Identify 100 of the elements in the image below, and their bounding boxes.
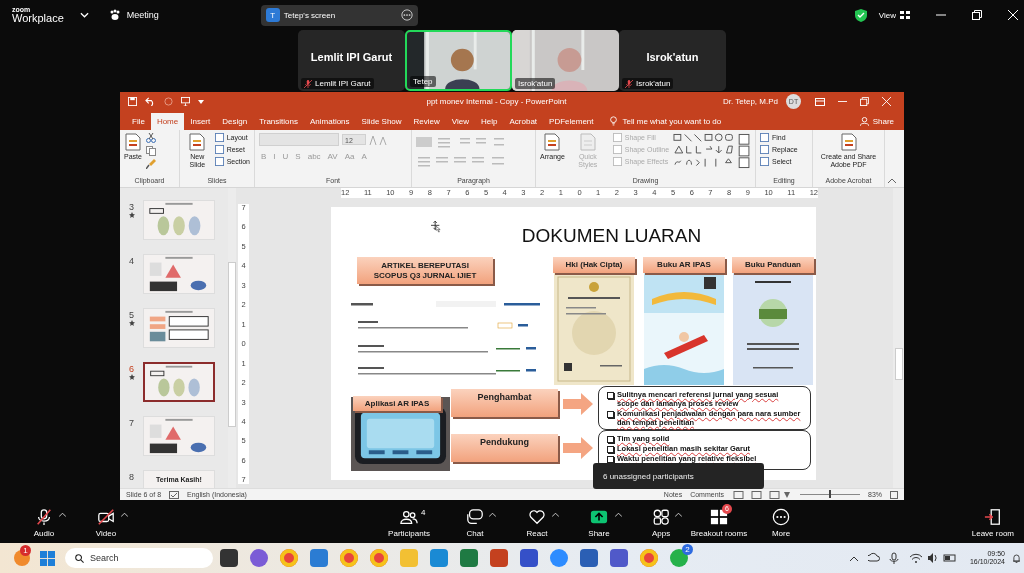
participant-label: Isrok'atun bbox=[622, 78, 674, 89]
tell-me-field[interactable]: Tell me what you want to do bbox=[622, 113, 722, 130]
app-icon[interactable] bbox=[460, 549, 478, 567]
share-button[interactable]: Share bbox=[859, 113, 894, 130]
more-icon[interactable] bbox=[400, 9, 413, 21]
toolbar-button[interactable]: Share bbox=[588, 508, 622, 538]
section-label: Aplikasi AR IPAS bbox=[353, 396, 441, 411]
presenter-icon[interactable] bbox=[181, 97, 190, 106]
ribbon-tab[interactable]: Transitions bbox=[253, 113, 304, 130]
slide-title: DOKUMEN LUARAN bbox=[520, 225, 703, 247]
user-name: Dr. Tetep, M.Pd bbox=[723, 97, 778, 106]
ribbon-tab[interactable]: Slide Show bbox=[355, 113, 408, 130]
toolbar-button[interactable]: More bbox=[771, 508, 791, 538]
caret-up-icon[interactable] bbox=[59, 512, 67, 517]
app-icon[interactable] bbox=[490, 549, 508, 567]
leave-button[interactable]: Leave room bbox=[971, 508, 1014, 538]
star-icon bbox=[128, 374, 135, 380]
ribbon-tab[interactable]: Insert bbox=[184, 113, 217, 130]
caret-down-icon[interactable] bbox=[198, 99, 204, 104]
tray-icons[interactable] bbox=[867, 552, 958, 564]
ribbon-tab[interactable]: File bbox=[126, 113, 151, 130]
app-icon[interactable] bbox=[640, 549, 658, 567]
scrollbar[interactable] bbox=[893, 188, 904, 488]
copy-icon[interactable] bbox=[145, 146, 156, 156]
app-icon[interactable] bbox=[280, 549, 298, 567]
close-icon[interactable] bbox=[1008, 10, 1018, 20]
slide-number: 8 bbox=[129, 472, 134, 482]
bullet-icon bbox=[607, 411, 614, 418]
muted-mic-icon bbox=[625, 79, 633, 88]
section-label: Buku AR IPAS bbox=[643, 257, 725, 273]
ribbon-tab[interactable]: View bbox=[445, 113, 476, 130]
chat-icon bbox=[466, 508, 484, 526]
bell-icon[interactable] bbox=[1013, 553, 1020, 563]
app-icon[interactable] bbox=[220, 549, 238, 567]
app-icon[interactable] bbox=[670, 549, 688, 567]
app-icon[interactable] bbox=[580, 549, 598, 567]
toolbar-button[interactable]: Apps bbox=[651, 508, 683, 538]
caret-up-icon[interactable] bbox=[489, 512, 496, 517]
shapes-gallery-icon[interactable] bbox=[673, 133, 751, 169]
ribbon-tab[interactable]: Help bbox=[475, 113, 504, 130]
tooltip: 6 unassigned participants bbox=[593, 463, 764, 489]
participant-name: Lemlit IPI Garut bbox=[310, 50, 393, 63]
shield-icon[interactable] bbox=[854, 8, 867, 22]
video-tile[interactable]: Lemlit IPI Garut Lemlit IPI Garut bbox=[298, 30, 405, 91]
toolbar-button[interactable]: Chat bbox=[466, 508, 496, 538]
start-icon[interactable] bbox=[40, 550, 55, 566]
chevron-up-icon[interactable] bbox=[849, 555, 858, 561]
ribbon-tab[interactable]: Design bbox=[216, 113, 254, 130]
app-icon[interactable] bbox=[340, 549, 358, 567]
ribbon-tab[interactable]: Acrobat bbox=[503, 113, 544, 130]
scissors-icon[interactable] bbox=[145, 133, 156, 143]
app-icon[interactable] bbox=[610, 549, 628, 567]
participant-name: Isrok'atun bbox=[646, 50, 699, 63]
ribbon-tab[interactable]: PDFelement bbox=[543, 113, 600, 130]
toolbar-button[interactable]: 4 Participants bbox=[388, 508, 430, 538]
mic-icon bbox=[35, 508, 53, 526]
view-button[interactable]: View bbox=[878, 10, 910, 20]
notification-badge: 1 bbox=[20, 545, 31, 556]
ribbon-tab[interactable]: Home bbox=[150, 113, 185, 130]
save-icon[interactable] bbox=[128, 97, 137, 106]
participant-label: Isrok'atun bbox=[515, 78, 556, 89]
app-icon[interactable] bbox=[550, 549, 568, 567]
video-tile[interactable]: Isrok'atun Isrok'atun bbox=[619, 30, 726, 91]
toolbar-button[interactable]: Audio bbox=[33, 508, 67, 538]
app-icon[interactable] bbox=[370, 549, 388, 567]
slide-number: 3 bbox=[129, 202, 134, 212]
caret-up-icon[interactable] bbox=[675, 512, 683, 517]
ribbon-tab[interactable]: Animations bbox=[304, 113, 356, 130]
search-field[interactable]: Search bbox=[65, 548, 213, 568]
view-modes-icon[interactable] bbox=[732, 490, 792, 499]
paintbrush-icon[interactable] bbox=[145, 159, 156, 169]
video-camera-icon bbox=[97, 508, 115, 526]
chevron-down-icon[interactable] bbox=[79, 12, 89, 18]
ribbon-display-icon[interactable] bbox=[815, 97, 825, 106]
toolbar-button[interactable]: React bbox=[526, 508, 560, 538]
video-tile[interactable]: Isrok'atun bbox=[512, 30, 619, 91]
restore-icon[interactable] bbox=[972, 10, 982, 20]
paw-icon bbox=[108, 9, 121, 21]
screen-share-pill[interactable]: T Tetep's screen bbox=[260, 4, 418, 26]
undo-icon[interactable] bbox=[145, 97, 156, 106]
participant-count: 4 bbox=[421, 508, 426, 517]
people-icon bbox=[400, 508, 418, 526]
collapse-ribbon-icon[interactable] bbox=[888, 178, 896, 183]
fit-slide-icon[interactable] bbox=[890, 490, 898, 499]
grid-icon bbox=[710, 508, 728, 526]
video-tile[interactable]: Tetep bbox=[405, 30, 512, 91]
slide-thumbnail[interactable] bbox=[143, 362, 215, 402]
app-icon[interactable] bbox=[250, 549, 268, 567]
meeting-button[interactable]: Meeting bbox=[108, 9, 159, 21]
ribbon-tab[interactable]: Review bbox=[407, 113, 446, 130]
move-cursor-icon bbox=[431, 221, 441, 233]
section-label: Buku Panduan bbox=[732, 257, 814, 273]
caret-up-icon[interactable] bbox=[121, 512, 129, 517]
scrollbar[interactable] bbox=[228, 188, 236, 488]
caret-up-icon[interactable] bbox=[552, 512, 560, 517]
app-icon[interactable] bbox=[520, 549, 538, 567]
spellcheck-icon[interactable] bbox=[169, 490, 180, 499]
participant-label: Lemlit IPI Garut bbox=[301, 78, 374, 89]
caret-up-icon[interactable] bbox=[614, 512, 622, 517]
toolbar-button[interactable]: Video bbox=[95, 508, 129, 538]
